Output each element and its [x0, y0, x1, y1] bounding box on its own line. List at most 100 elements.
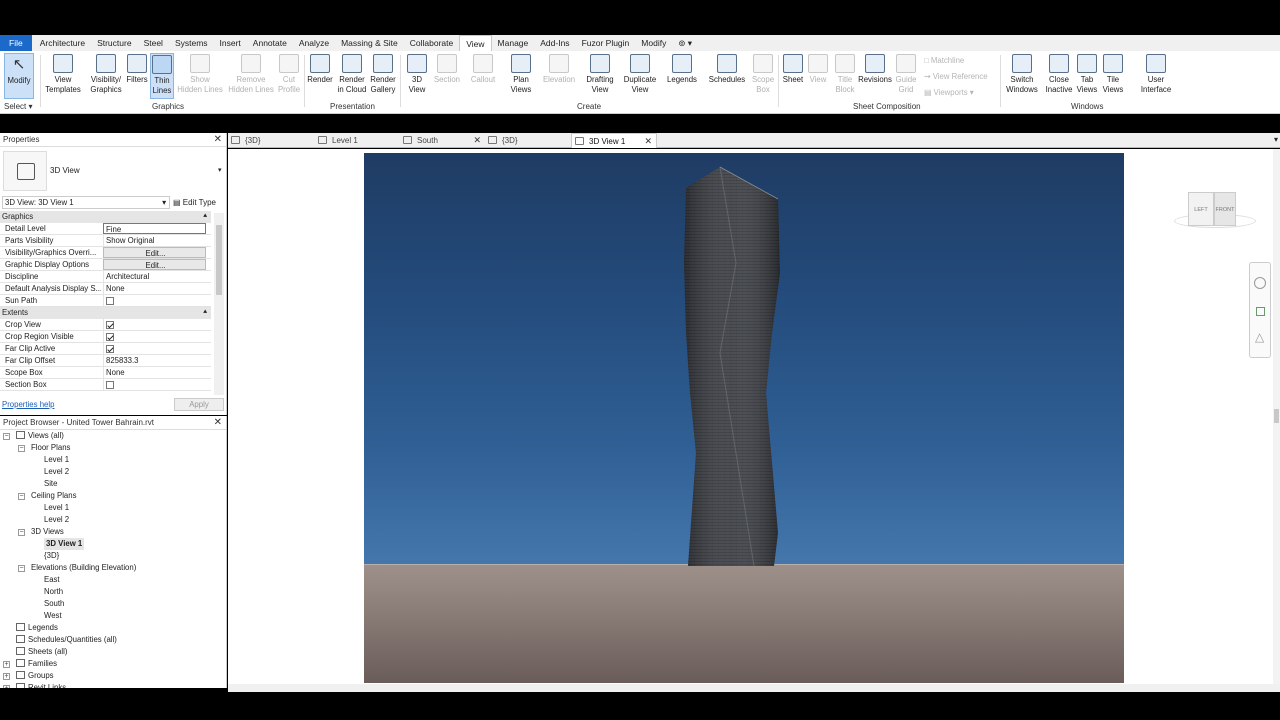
close-icon[interactable]: ✕	[214, 133, 222, 147]
property-value[interactable]: None	[103, 367, 206, 378]
edit-type-button[interactable]: ▤ Edit Type	[173, 196, 216, 209]
view-reference-button[interactable]: ⇝ View Reference	[924, 72, 988, 81]
matchline-button[interactable]: □ Matchline	[924, 56, 964, 65]
viewcube-front-face[interactable]: FRONT	[1214, 192, 1236, 226]
duplicate-view-button[interactable]: Duplicate View	[621, 53, 659, 94]
3d-view-button[interactable]: 3D View	[404, 53, 430, 94]
properties-help-link[interactable]: Properties help	[2, 400, 54, 409]
drafting-view-button[interactable]: Drafting View	[582, 53, 618, 94]
select-dropdown[interactable]: Select ▾	[4, 102, 32, 111]
3d-viewport[interactable]	[364, 153, 1124, 683]
expand-toggle-icon[interactable]: +	[3, 685, 10, 688]
browser-item[interactable]: Level 1	[44, 502, 69, 514]
browser-item[interactable]: Site	[44, 478, 57, 490]
close-tab-icon[interactable]: ✕	[473, 133, 481, 148]
ribbon-tab-steel[interactable]: Steel	[138, 35, 169, 51]
browser-item[interactable]: 3D Views	[31, 526, 64, 538]
ribbon-tab-architecture[interactable]: Architecture	[34, 35, 91, 51]
apply-button[interactable]: Apply	[174, 398, 224, 411]
ribbon-tab-massing-site[interactable]: Massing & Site	[335, 35, 404, 51]
render-in-cloud-button[interactable]: Render in Cloud	[337, 53, 367, 94]
browser-item[interactable]: Level 2	[44, 514, 69, 526]
browser-item[interactable]: Level 2	[44, 466, 69, 478]
ribbon-tab-insert[interactable]: Insert	[214, 35, 247, 51]
view-tab[interactable]: 3D View 1 ✕	[571, 133, 657, 148]
thin-lines-button[interactable]: Thin Lines	[150, 53, 174, 99]
view-tab[interactable]: {3D}	[228, 133, 315, 148]
viewports-dropdown[interactable]: ▤ Viewports ▾	[924, 88, 974, 97]
section-button[interactable]: Section	[432, 53, 462, 85]
view-tab[interactable]: South ✕	[400, 133, 485, 148]
view-templates-button[interactable]: View Templates	[45, 53, 81, 94]
chevron-down-icon[interactable]: ▾	[218, 166, 222, 174]
ribbon-tab-structure[interactable]: Structure	[91, 35, 138, 51]
pan-icon[interactable]: △	[1255, 331, 1267, 343]
browser-item[interactable]: Floor Plans	[31, 442, 70, 454]
ribbon-tab-fuzor-plugin[interactable]: Fuzor Plugin	[576, 35, 636, 51]
edit-button[interactable]: Edit...	[103, 247, 206, 258]
expand-toggle-icon[interactable]: −	[18, 565, 25, 572]
modify-button[interactable]: ↖ Modify	[4, 53, 34, 99]
property-value[interactable]: Fine	[103, 223, 206, 234]
view-tab[interactable]: {3D}	[485, 133, 571, 148]
browser-item[interactable]: East	[44, 574, 60, 586]
browser-item[interactable]: Views (all)	[16, 430, 64, 442]
sheet-button[interactable]: Sheet	[780, 53, 806, 85]
property-value[interactable]: None	[103, 283, 206, 294]
close-icon[interactable]: ✕	[214, 416, 222, 430]
property-section-header[interactable]: Extents ⯅	[0, 307, 211, 319]
ribbon-tab-systems[interactable]: Systems	[169, 35, 214, 51]
property-checkbox[interactable]	[106, 332, 114, 341]
browser-item[interactable]: Sheets (all)	[16, 646, 67, 658]
property-value[interactable]: Show Original	[103, 235, 206, 246]
property-value[interactable]: Architectural	[103, 271, 206, 282]
revisions-button[interactable]: Revisions	[858, 53, 892, 85]
legends-button[interactable]: Legends	[664, 53, 700, 85]
expand-toggle-icon[interactable]: −	[18, 445, 25, 452]
close-inactive-button[interactable]: Close Inactive	[1043, 53, 1075, 94]
tab-views-button[interactable]: Tab Views	[1074, 53, 1100, 94]
property-checkbox[interactable]	[106, 320, 114, 329]
property-checkbox[interactable]	[106, 380, 114, 389]
browser-item[interactable]: North	[44, 586, 63, 598]
browser-item[interactable]: Ceiling Plans	[31, 490, 77, 502]
render-gallery-button[interactable]: Render Gallery	[368, 53, 398, 94]
close-tab-icon[interactable]: ✕	[644, 134, 652, 149]
properties-scrollbar[interactable]	[214, 213, 224, 395]
elevation-button[interactable]: Elevation	[541, 53, 577, 85]
tile-views-button[interactable]: Tile Views	[1100, 53, 1126, 94]
zoom-icon[interactable]	[1256, 307, 1265, 316]
schedules-button[interactable]: Schedules	[706, 53, 748, 85]
ribbon-tab-add-ins[interactable]: Add-Ins	[534, 35, 575, 51]
property-checkbox[interactable]	[106, 344, 114, 353]
collapse-icon[interactable]: ⯅	[202, 307, 208, 319]
callout-button[interactable]: Callout	[468, 53, 498, 85]
edit-button[interactable]: Edit...	[103, 259, 206, 270]
show-hidden-lines-button[interactable]: Show Hidden Lines	[176, 53, 224, 94]
ribbon-tab-analyze[interactable]: Analyze	[293, 35, 335, 51]
contextual-tab-dropdown-icon[interactable]: ⊚ ▾	[672, 35, 698, 51]
expand-toggle-icon[interactable]: +	[3, 673, 10, 680]
browser-item[interactable]: Schedules/Quantities (all)	[16, 634, 117, 646]
view-tab[interactable]: Level 1	[315, 133, 400, 148]
instance-selector[interactable]: 3D View: 3D View 1 ▾	[2, 196, 170, 209]
property-checkbox[interactable]	[106, 296, 114, 305]
filters-button[interactable]: Filters	[124, 53, 150, 85]
browser-item[interactable]: Revit Links	[16, 682, 66, 688]
steering-wheel-icon[interactable]	[1254, 277, 1266, 289]
switch-windows-button[interactable]: Switch Windows	[1004, 53, 1040, 94]
viewcube-left-face[interactable]: LEFT	[1188, 192, 1214, 226]
property-section-header[interactable]: Graphics ⯅	[0, 211, 211, 223]
ribbon-tab-manage[interactable]: Manage	[492, 35, 535, 51]
ribbon-tab-collaborate[interactable]: Collaborate	[404, 35, 459, 51]
collapse-icon[interactable]: ⯅	[202, 211, 208, 223]
ribbon-tab-file[interactable]: File	[0, 35, 32, 51]
expand-toggle-icon[interactable]: −	[18, 493, 25, 500]
guide-grid-button[interactable]: Guide Grid	[893, 53, 919, 94]
title-block-button[interactable]: Title Block	[831, 53, 859, 94]
browser-item[interactable]: Legends	[16, 622, 58, 634]
place-view-button[interactable]: View	[806, 53, 830, 85]
ribbon-tab-view[interactable]: View	[459, 35, 492, 51]
expand-toggle-icon[interactable]: −	[3, 433, 10, 440]
ribbon-tab-modify[interactable]: Modify	[635, 35, 672, 51]
